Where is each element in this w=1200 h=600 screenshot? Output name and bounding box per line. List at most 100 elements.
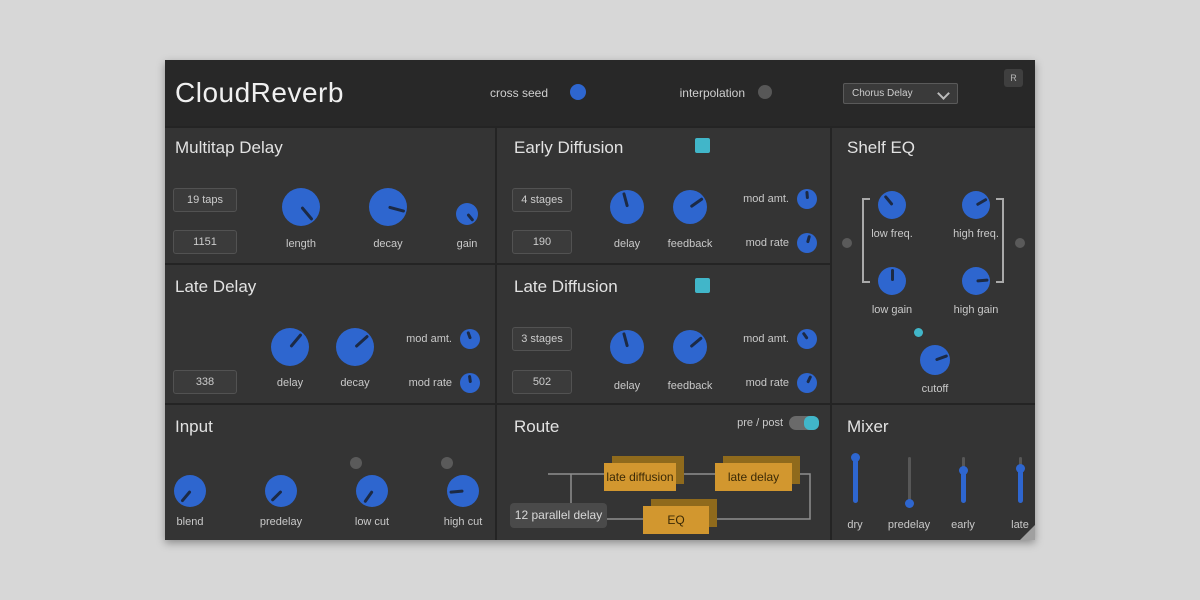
chevron-down-icon: [937, 87, 950, 100]
late-delay-mod-rate-knob[interactable]: [460, 373, 480, 393]
cross-seed-toggle[interactable]: [570, 84, 586, 100]
late-slider[interactable]: [1014, 457, 1026, 503]
high-cut-knob[interactable]: [447, 475, 479, 507]
late-stages-button[interactable]: 3 stages: [512, 327, 572, 351]
slider-thumb[interactable]: [905, 499, 914, 508]
predelay-slider[interactable]: [903, 457, 915, 503]
early-stages-button[interactable]: 4 stages: [512, 188, 572, 212]
knob-pointer: [622, 192, 629, 207]
knob-pointer: [976, 278, 988, 282]
dry-slider-label: dry: [825, 519, 885, 531]
section-mixer: Mixer dry predelay early late: [830, 403, 1035, 540]
preset-dropdown[interactable]: Chorus Delay: [843, 83, 958, 104]
predelay-slider-label: predelay: [879, 519, 939, 531]
knob-pointer: [449, 490, 463, 494]
cross-seed-label: cross seed: [453, 86, 548, 100]
blend-knob[interactable]: [174, 475, 206, 507]
cutoff-knob-label: cutoff: [900, 383, 970, 395]
section-title: Early Diffusion: [514, 138, 623, 158]
knob-pointer: [689, 336, 702, 348]
early-feedback-knob[interactable]: [673, 190, 707, 224]
cutoff-knob[interactable]: [920, 345, 950, 375]
knob-pointer: [883, 195, 893, 206]
low-gain-knob[interactable]: [878, 267, 906, 295]
interpolation-toggle[interactable]: [758, 85, 772, 99]
resize-reset-button[interactable]: R: [1004, 69, 1023, 87]
section-route: Route pre / post 12 parallel delay late …: [495, 403, 830, 540]
cutoff-indicator-dot: [914, 328, 923, 337]
route-node-late-diffusion[interactable]: late diffusion: [604, 463, 676, 491]
early-delay-knob-label: delay: [592, 238, 662, 250]
late-delay-time-value[interactable]: 338: [173, 370, 237, 394]
decay-knob[interactable]: [369, 188, 407, 226]
late-diffusion-delay-label: delay: [592, 380, 662, 392]
knob-pointer: [975, 198, 987, 207]
slider-thumb[interactable]: [851, 453, 860, 462]
late-delay-decay-label: decay: [320, 377, 390, 389]
late-diffusion-enable-toggle[interactable]: [695, 278, 710, 293]
section-multitap-delay: Multitap Delay 19 taps 1151 length decay…: [165, 128, 495, 263]
slider-thumb[interactable]: [959, 466, 968, 475]
low-freq-knob[interactable]: [878, 191, 906, 219]
low-cut-indicator-dot: [350, 457, 362, 469]
high-gain-knob[interactable]: [962, 267, 990, 295]
right-bracket: [996, 198, 1004, 283]
taps-button[interactable]: 19 taps: [173, 188, 237, 212]
gain-knob[interactable]: [456, 203, 478, 225]
slider-fill: [853, 457, 858, 503]
late-diffusion-mod-amt-knob[interactable]: [797, 329, 817, 349]
route-node-eq[interactable]: EQ: [643, 506, 709, 534]
knob-pointer: [388, 206, 405, 213]
early-mod-rate-knob[interactable]: [797, 233, 817, 253]
late-diffusion-mod-amt-label: mod amt.: [729, 333, 789, 345]
high-freq-knob-label: high freq.: [941, 228, 1011, 240]
gain-knob-label: gain: [432, 238, 502, 250]
knob-pointer: [270, 490, 282, 502]
late-delay-delay-knob[interactable]: [271, 328, 309, 366]
section-late-diffusion: Late Diffusion 3 stages 502 delay feedba…: [495, 263, 830, 403]
late-delay-decay-knob[interactable]: [336, 328, 374, 366]
high-freq-knob[interactable]: [962, 191, 990, 219]
late-diffusion-delay-knob[interactable]: [610, 330, 644, 364]
dry-slider[interactable]: [849, 457, 861, 503]
knob-pointer: [363, 490, 373, 503]
route-node-late-delay[interactable]: late delay: [715, 463, 792, 491]
knob-pointer: [466, 331, 472, 340]
predelay-knob[interactable]: [265, 475, 297, 507]
slider-fill: [1018, 468, 1023, 503]
length-knob[interactable]: [282, 188, 320, 226]
late-delay-mod-amt-label: mod amt.: [392, 333, 452, 345]
late-diffusion-mod-rate-knob[interactable]: [797, 373, 817, 393]
knob-pointer: [466, 213, 474, 222]
low-cut-knob[interactable]: [356, 475, 388, 507]
knob-pointer: [689, 197, 703, 208]
knob-pointer: [467, 375, 471, 383]
early-time-value[interactable]: 190: [512, 230, 572, 254]
early-mod-amt-knob[interactable]: [797, 189, 817, 209]
late-delay-mod-amt-knob[interactable]: [460, 329, 480, 349]
late-diffusion-time-value[interactable]: 502: [512, 370, 572, 394]
slider-thumb[interactable]: [1016, 464, 1025, 473]
multitap-time-value[interactable]: 1151: [173, 230, 237, 254]
section-title: Input: [175, 417, 213, 437]
early-delay-knob[interactable]: [610, 190, 644, 224]
knob-pointer: [934, 354, 947, 361]
section-title: Late Diffusion: [514, 277, 618, 297]
low-freq-knob-label: low freq.: [857, 228, 927, 240]
early-mod-amt-label: mod amt.: [729, 193, 789, 205]
late-diffusion-feedback-knob[interactable]: [673, 330, 707, 364]
section-title: Late Delay: [175, 277, 256, 297]
route-node-parallel-delay[interactable]: 12 parallel delay: [510, 503, 607, 528]
late-delay-mod-rate-label: mod rate: [392, 377, 452, 389]
resize-grip[interactable]: [1020, 525, 1035, 540]
knob-pointer: [289, 333, 302, 348]
plugin-window: CloudReverb cross seed interpolation Cho…: [165, 60, 1035, 540]
high-cut-indicator-dot: [441, 457, 453, 469]
early-slider[interactable]: [957, 457, 969, 503]
knob-pointer: [180, 490, 191, 503]
header-bar: CloudReverb cross seed interpolation Cho…: [165, 60, 1035, 128]
predelay-knob-label: predelay: [246, 516, 316, 528]
knob-pointer: [891, 269, 894, 281]
early-diffusion-enable-toggle[interactable]: [695, 138, 710, 153]
early-slider-label: early: [933, 519, 993, 531]
